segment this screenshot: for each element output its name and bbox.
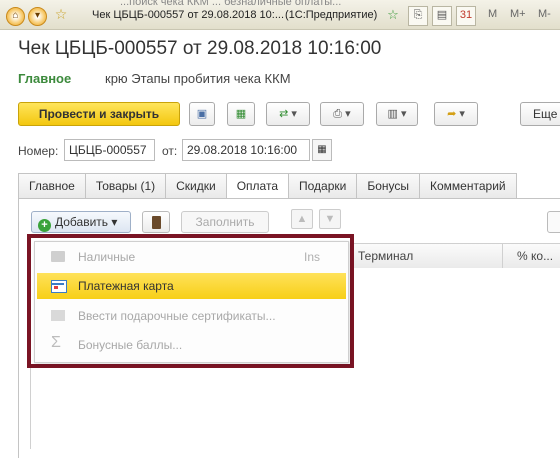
move-up-button[interactable]: ▲: [291, 209, 313, 229]
chevron-down-icon: ▾: [111, 215, 118, 229]
print-button[interactable]: ⎙ ▾: [320, 102, 364, 126]
memory-plus-button[interactable]: M+: [510, 8, 526, 20]
menu-item-label: Платежная карта: [78, 279, 174, 293]
post-and-close-button[interactable]: Провести и закрыть: [18, 102, 180, 126]
menu-item-cash[interactable]: Наличные Ins: [37, 244, 346, 270]
column-separator: [502, 244, 503, 268]
sigma-icon: Σ: [51, 334, 61, 351]
memory-minus-button[interactable]: M-: [538, 8, 551, 20]
tab-discounts[interactable]: Скидки: [166, 173, 227, 199]
chevron-down-icon: ▾: [291, 108, 297, 120]
link-icon[interactable]: ⎘: [408, 6, 428, 26]
add-button-label: Добавить: [55, 215, 109, 229]
save-icon[interactable]: ▤: [432, 6, 452, 26]
window-title-bar: ...поиск чека ККМ ... безналичные оплаты…: [0, 0, 560, 30]
cash-icon: [51, 251, 65, 262]
plus-icon: +: [38, 219, 51, 232]
chevron-down-icon: ▾: [459, 108, 465, 120]
nav-main[interactable]: Главное: [18, 71, 71, 86]
chevron-down-icon[interactable]: ▾: [28, 7, 47, 26]
date-field[interactable]: 29.08.2018 10:16:00: [182, 139, 310, 161]
add-payment-dropdown: Наличные Ins Платежная карта Ввести пода…: [27, 234, 354, 368]
window-title: Чек ЦБЦБ-000557 от 29.08.2018 10:...: [92, 9, 284, 21]
more-button[interactable]: Еще: [520, 102, 560, 126]
table-settings-button[interactable]: [547, 211, 560, 233]
card-icon: [51, 280, 67, 293]
page-title: Чек ЦБЦБ-000557 от 29.08.2018 10:16:00: [18, 38, 382, 59]
background-window-text: ...поиск чека ККМ ... безналичные оплаты…: [120, 0, 342, 8]
folder-arrow-icon: ➦: [447, 108, 457, 120]
printer-icon: ⎙: [333, 108, 343, 120]
calendar-icon: ▦: [317, 144, 327, 155]
app-menu-icon[interactable]: ⌂: [6, 7, 25, 26]
floppy-icon: ▣: [196, 108, 208, 120]
chevron-down-icon: ▾: [345, 108, 351, 120]
menu-item-label: Ввести подарочные сертификаты...: [78, 309, 276, 323]
date-label: от:: [162, 144, 178, 158]
calendar-picker-button[interactable]: ▦: [312, 139, 332, 161]
tab-bar: Главное Товары (1) Скидки Оплата Подарки…: [18, 173, 517, 199]
menu-item-gift-certificates[interactable]: Ввести подарочные сертификаты...: [37, 303, 346, 329]
create-based-icon: ⇄: [279, 108, 289, 120]
fill-button[interactable]: Заполнить: [181, 211, 269, 233]
memory-m-button[interactable]: M: [488, 8, 497, 20]
number-field[interactable]: ЦБЦБ-000557: [64, 139, 155, 161]
gift-certificate-icon: [51, 310, 65, 321]
related-documents-button[interactable]: ➦ ▾: [434, 102, 478, 126]
card-reader-icon: [152, 216, 161, 229]
reports-button[interactable]: ▥ ▾: [376, 102, 418, 126]
menu-item-bonus-points[interactable]: Σ Бонусные баллы...: [37, 332, 346, 358]
star-add-icon[interactable]: ☆: [384, 6, 402, 24]
tab-main[interactable]: Главное: [18, 173, 86, 199]
menu-item-label: Наличные: [78, 250, 136, 264]
post-button[interactable]: ▦: [227, 102, 255, 126]
tab-payment[interactable]: Оплата: [226, 173, 289, 199]
tab-goods[interactable]: Товары (1): [85, 173, 167, 199]
arrow-up-icon: ▲: [296, 213, 308, 225]
menu-item-label: Бонусные баллы...: [78, 338, 183, 352]
column-percent[interactable]: % ко...: [517, 249, 553, 263]
move-down-button[interactable]: ▼: [319, 209, 341, 229]
arrow-down-icon: ▼: [324, 213, 336, 225]
save-button[interactable]: ▣: [189, 102, 215, 126]
app-name: (1С:Предприятие): [285, 9, 378, 21]
chevron-down-icon: ▾: [400, 108, 407, 120]
number-label: Номер:: [18, 144, 59, 158]
post-document-icon: ▦: [235, 108, 247, 120]
card-reader-button[interactable]: [142, 211, 170, 233]
tab-comment[interactable]: Комментарий: [420, 173, 517, 199]
tab-gifts[interactable]: Подарки: [289, 173, 358, 199]
column-terminal[interactable]: Терминал: [358, 249, 413, 263]
add-payment-button[interactable]: + Добавить ▾: [31, 211, 131, 233]
menu-item-shortcut: Ins: [303, 250, 320, 264]
favorite-star-icon[interactable]: ☆: [52, 6, 70, 24]
dropdown-menu: Наличные Ins Платежная карта Ввести пода…: [34, 241, 349, 363]
tab-bonuses[interactable]: Бонусы: [357, 173, 421, 199]
calendar-icon[interactable]: 31: [456, 6, 476, 26]
menu-item-payment-card[interactable]: Платежная карта: [37, 273, 346, 299]
create-based-on-button[interactable]: ⇄ ▾: [266, 102, 310, 126]
report-icon: ▥: [387, 108, 398, 120]
nav-link-receipt-stages[interactable]: крю Этапы пробития чека ККМ: [105, 71, 291, 86]
